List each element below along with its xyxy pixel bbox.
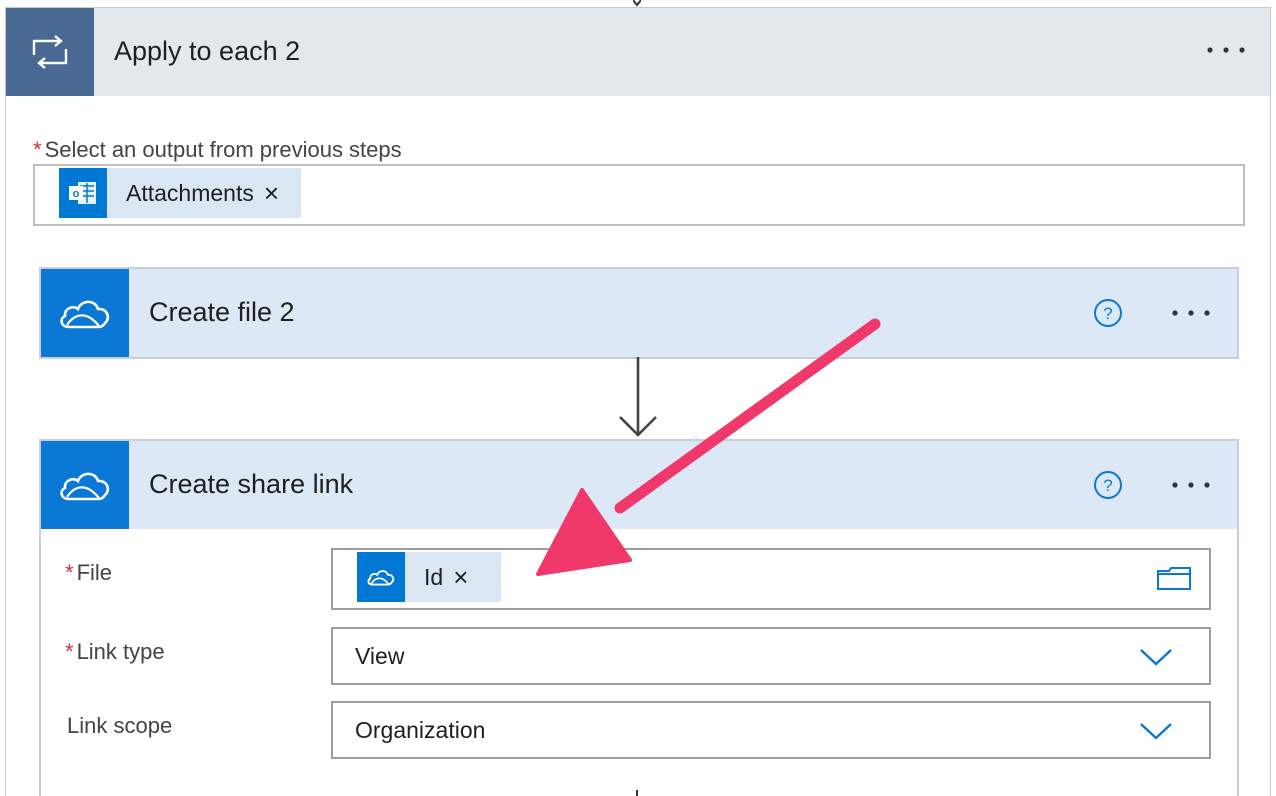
onedrive-icon [41,441,129,529]
select-output-input[interactable]: o Attachments × [33,164,1245,226]
select-output-label: * Select an output from previous steps [33,137,402,163]
id-token[interactable]: Id × [357,552,501,602]
link-scope-label: Link scope [67,713,173,738]
attachments-token[interactable]: o Attachments × [59,168,301,218]
chevron-down-icon[interactable] [1139,647,1173,667]
file-label-text: File [76,560,113,585]
help-icon[interactable]: ? [1093,298,1123,328]
link-type-label: * Link type [65,639,165,665]
select-output-label-text: Select an output from previous steps [44,137,402,162]
file-input[interactable]: Id × [331,548,1211,610]
create-share-link-title: Create share link [149,469,354,499]
chevron-down-icon[interactable] [1139,721,1173,741]
remove-token-icon[interactable]: × [264,178,279,209]
create-share-link-header[interactable]: Create share link ? [41,441,1237,529]
svg-text:?: ? [1103,304,1112,323]
more-options-icon[interactable] [1206,44,1250,56]
svg-text:o: o [73,188,80,200]
link-type-dropdown[interactable]: View [331,627,1211,685]
required-marker: * [65,639,74,664]
create-file-card: Create file 2 ? [39,267,1239,359]
help-icon[interactable]: ? [1093,470,1123,500]
link-scope-dropdown[interactable]: Organization [331,701,1211,759]
loop-icon [6,8,94,96]
required-marker: * [65,560,74,585]
remove-token-icon[interactable]: × [453,562,468,593]
apply-to-each-header[interactable]: Apply to each 2 [6,8,1270,96]
flow-connector-line [636,790,638,796]
token-label: Id [424,563,444,590]
link-type-value: View [355,643,405,669]
link-type-label-text: Link type [76,639,165,664]
apply-to-each-title: Apply to each 2 [114,36,301,66]
outlook-icon: o [59,168,107,218]
token-label: Attachments [126,179,254,206]
create-file-header[interactable]: Create file 2 ? [41,269,1237,357]
onedrive-icon [41,269,129,357]
required-marker: * [33,137,42,162]
link-scope-value: Organization [355,717,486,743]
flow-connector-arrow [619,357,657,437]
more-options-icon[interactable] [1171,307,1215,319]
onedrive-icon [357,552,405,602]
folder-picker-icon[interactable] [1157,566,1191,590]
svg-text:?: ? [1103,476,1112,495]
file-field-label: * File [65,560,112,586]
more-options-icon[interactable] [1171,479,1215,491]
create-file-title: Create file 2 [149,297,295,327]
create-share-link-card: Create share link ? * File Id × * Link t… [39,439,1239,796]
